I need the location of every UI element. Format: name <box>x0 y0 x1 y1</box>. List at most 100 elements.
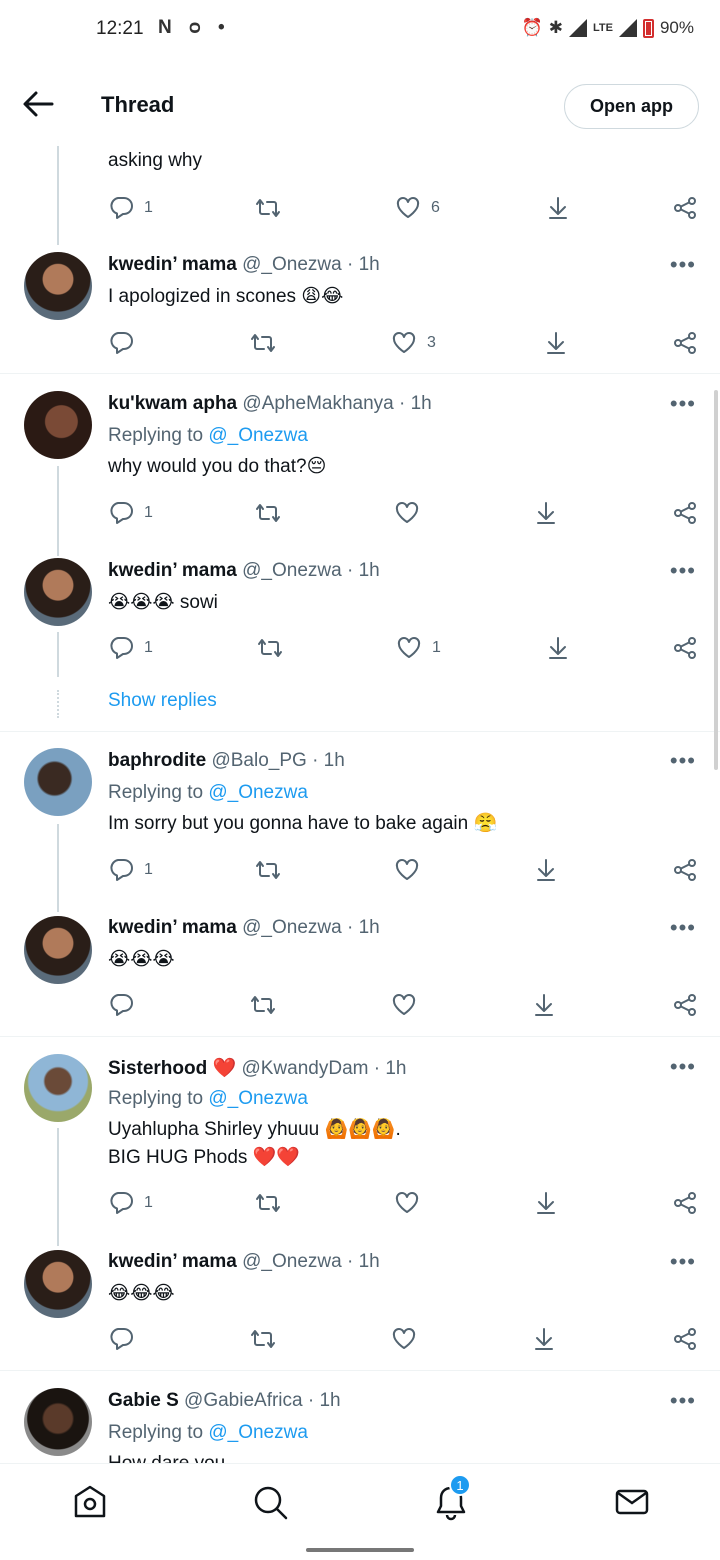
mention-link[interactable]: @_Onezwa <box>208 425 308 446</box>
reply-button[interactable]: 1 <box>108 1190 153 1216</box>
reply-button[interactable]: 1 <box>108 857 153 883</box>
tweet-header: kwedin’ mama @_Onezwa · 1h <box>108 1251 380 1273</box>
share-button[interactable] <box>672 1326 698 1352</box>
retweet-button[interactable] <box>255 500 281 526</box>
status-time: 12:21 <box>96 18 144 39</box>
reply-button[interactable] <box>108 992 134 1018</box>
avatar[interactable] <box>24 1388 92 1456</box>
tweet-actions: 1 <box>0 857 720 887</box>
avatar[interactable] <box>24 391 92 459</box>
retweet-icon <box>255 857 281 883</box>
reply-icon <box>108 330 134 356</box>
more-options-icon[interactable]: ••• <box>670 254 696 276</box>
home-icon[interactable] <box>70 1482 110 1522</box>
like-button[interactable] <box>394 1190 420 1216</box>
share-button[interactable] <box>672 195 698 221</box>
back-arrow-icon[interactable] <box>22 90 54 118</box>
download-button[interactable] <box>545 195 571 221</box>
replying-to: Replying to @_Onezwa <box>108 1088 308 1109</box>
more-options-icon[interactable]: ••• <box>670 750 696 772</box>
retweet-button[interactable] <box>250 992 276 1018</box>
retweet-icon <box>257 635 283 661</box>
retweet-icon <box>250 330 276 356</box>
download-button[interactable] <box>533 500 559 526</box>
notifications-tab[interactable]: 1 <box>431 1474 471 1522</box>
download-button[interactable] <box>533 857 559 883</box>
retweet-button[interactable] <box>255 195 281 221</box>
download-button[interactable] <box>543 330 569 356</box>
reply-button[interactable] <box>108 330 134 356</box>
like-button[interactable]: 3 <box>391 330 436 356</box>
share-button[interactable] <box>672 635 698 661</box>
mail-icon[interactable] <box>612 1482 652 1522</box>
scrollbar[interactable] <box>714 390 718 770</box>
retweet-button[interactable] <box>255 1190 281 1216</box>
reply-button[interactable]: 1 <box>108 500 153 526</box>
avatar[interactable] <box>24 252 92 320</box>
avatar[interactable] <box>24 748 92 816</box>
like-button[interactable] <box>394 500 420 526</box>
like-button[interactable] <box>391 1326 417 1352</box>
retweet-button[interactable] <box>255 857 281 883</box>
tweet-actions: 1 <box>0 500 720 530</box>
share-button[interactable] <box>672 330 698 356</box>
share-button[interactable] <box>672 992 698 1018</box>
retweet-button[interactable] <box>250 330 276 356</box>
reply-button[interactable]: 1 <box>108 195 153 221</box>
mention-link[interactable]: @_Onezwa <box>208 1088 308 1109</box>
reply-icon <box>108 857 134 883</box>
download-button[interactable] <box>531 1326 557 1352</box>
author-name[interactable]: Sisterhood <box>108 1058 207 1079</box>
share-icon <box>672 1326 698 1352</box>
lte-icon: LTE <box>593 22 613 34</box>
share-button[interactable] <box>672 857 698 883</box>
avatar[interactable] <box>24 558 92 626</box>
reply-button[interactable] <box>108 1326 134 1352</box>
tweet-text: Uyahlupha Shirley yhuuu 🙆🙆🙆. <box>108 1119 401 1140</box>
tweet-header: kwedin’ mama @_Onezwa · 1h <box>108 254 380 276</box>
like-button[interactable] <box>394 857 420 883</box>
like-button[interactable] <box>391 992 417 1018</box>
search-icon[interactable] <box>250 1482 290 1522</box>
download-button[interactable] <box>533 1190 559 1216</box>
author-name[interactable]: kwedin’ mama <box>108 917 237 938</box>
author-name[interactable]: ku'kwam apha <box>108 393 237 414</box>
reply-button[interactable]: 1 <box>108 635 153 661</box>
more-options-icon[interactable]: ••• <box>670 1390 696 1412</box>
download-button[interactable] <box>531 992 557 1018</box>
avatar[interactable] <box>24 1250 92 1318</box>
open-app-button[interactable]: Open app <box>564 84 699 129</box>
replying-to: Replying to @_Onezwa <box>108 425 308 446</box>
more-options-icon[interactable]: ••• <box>670 1251 696 1273</box>
author-name[interactable]: kwedin’ mama <box>108 1251 237 1272</box>
heart-emoji: ❤️ <box>212 1058 237 1079</box>
signal-icon-2 <box>618 19 637 37</box>
like-button[interactable]: 6 <box>395 195 440 221</box>
tweet-emoji: 😩😂 <box>301 286 344 307</box>
author-name[interactable]: baphrodite <box>108 750 206 771</box>
author-name[interactable]: Gabie S <box>108 1390 179 1411</box>
mention-link[interactable]: @_Onezwa <box>208 1422 308 1443</box>
more-options-icon[interactable]: ••• <box>670 1056 696 1078</box>
avatar[interactable] <box>24 916 92 984</box>
like-icon <box>395 195 421 221</box>
show-replies-link[interactable]: Show replies <box>108 690 217 712</box>
more-options-icon[interactable]: ••• <box>670 917 696 939</box>
more-options-icon[interactable]: ••• <box>670 560 696 582</box>
share-button[interactable] <box>672 500 698 526</box>
download-button[interactable] <box>545 635 571 661</box>
like-button[interactable]: 1 <box>396 635 441 661</box>
more-options-icon[interactable]: ••• <box>670 393 696 415</box>
mention-link[interactable]: @_Onezwa <box>208 782 308 803</box>
share-button[interactable] <box>672 1190 698 1216</box>
author-name[interactable]: kwedin’ mama <box>108 560 237 581</box>
retweet-button[interactable] <box>257 635 283 661</box>
tweet-header: Gabie S @GabieAfrica · 1h <box>108 1390 341 1412</box>
divider <box>0 1036 720 1037</box>
tweet-emoji: ❤️❤️ <box>252 1147 300 1168</box>
retweet-button[interactable] <box>250 1326 276 1352</box>
avatar[interactable] <box>24 1054 92 1122</box>
author-name[interactable]: kwedin’ mama <box>108 254 237 275</box>
home-indicator[interactable] <box>306 1548 414 1552</box>
thread-line <box>57 140 59 245</box>
